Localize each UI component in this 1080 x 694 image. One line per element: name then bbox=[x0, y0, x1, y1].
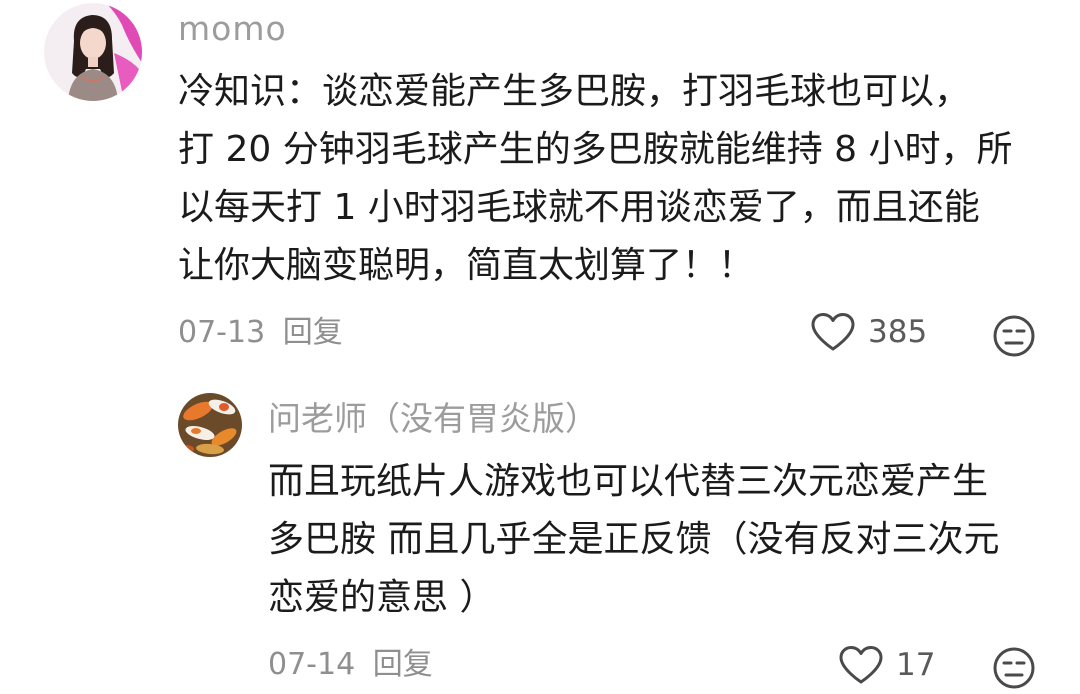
comment-date: 07-13 bbox=[178, 315, 266, 350]
comment-text-line: 多巴胺 而且几乎全是正反馈（没有反对三次元 bbox=[268, 519, 1000, 560]
like-button[interactable]: 385 bbox=[810, 312, 927, 352]
like-button[interactable]: 17 bbox=[838, 645, 935, 685]
comment-text-line: 冷知识：谈恋爱能产生多巴胺，打羽毛球也可以， bbox=[178, 71, 971, 112]
reply-button[interactable]: 回复 bbox=[373, 647, 433, 682]
like-count: 385 bbox=[868, 313, 928, 350]
heart-outline-icon bbox=[810, 312, 856, 352]
comment-text: 冷知识：谈恋爱能产生多巴胺，打羽毛球也可以， 打 20 分钟羽毛球产生的多巴胺就… bbox=[178, 63, 1040, 295]
comment-text-line: 以每天打 1 小时羽毛球就不用谈恋爱了，而且还能 bbox=[178, 187, 980, 228]
comment-username[interactable]: 问老师（没有胃炎版） bbox=[268, 402, 598, 435]
dislike-button[interactable] bbox=[992, 314, 1036, 362]
comment-meta: 07-13 回复 bbox=[178, 318, 343, 348]
user-avatar[interactable] bbox=[44, 3, 142, 101]
heart-outline-icon bbox=[838, 645, 884, 685]
comment-meta: 07-14 回复 bbox=[268, 650, 433, 680]
comment-text-line: 打 20 分钟羽毛球产生的多巴胺就能维持 8 小时，所 bbox=[178, 129, 1013, 170]
comment-text-line: 让你大脑变聪明，简直太划算了！！ bbox=[178, 245, 755, 286]
comment-date: 07-14 bbox=[268, 647, 356, 682]
comment-text-line: 恋爱的意思 ） bbox=[268, 577, 496, 618]
reply-comment-item: 问老师（没有胃炎版） 而且玩纸片人游戏也可以代替三次元恋爱产生 多巴胺 而且几乎… bbox=[0, 380, 1080, 689]
comment-username[interactable]: momo bbox=[178, 12, 287, 45]
user-avatar[interactable] bbox=[178, 393, 242, 457]
unamused-face-icon bbox=[992, 315, 1036, 362]
comment-text-line: 而且玩纸片人游戏也可以代替三次元恋爱产生 bbox=[268, 461, 989, 502]
comment-item: momo 冷知识：谈恋爱能产生多巴胺，打羽毛球也可以， 打 20 分钟羽毛球产生… bbox=[0, 0, 1080, 370]
comment-text: 而且玩纸片人游戏也可以代替三次元恋爱产生 多巴胺 而且几乎全是正反馈（没有反对三… bbox=[268, 453, 1040, 627]
reply-button[interactable]: 回复 bbox=[283, 315, 343, 350]
like-count: 17 bbox=[896, 646, 936, 683]
dislike-button[interactable] bbox=[992, 646, 1036, 694]
unamused-face-icon bbox=[992, 647, 1036, 694]
